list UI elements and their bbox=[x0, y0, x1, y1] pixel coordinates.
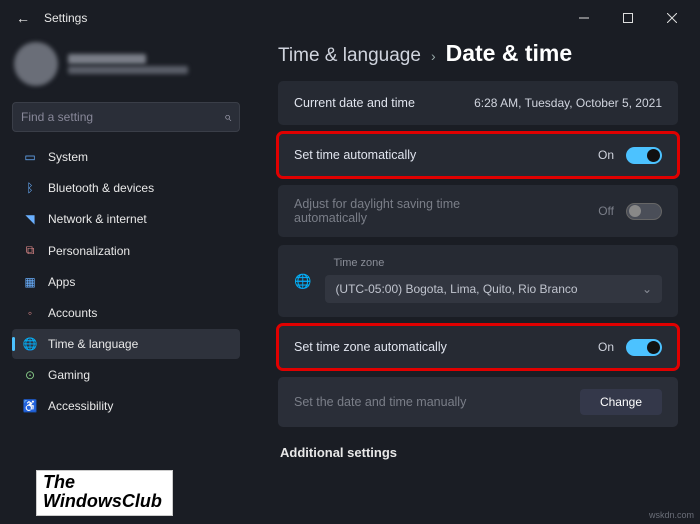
dst-toggle bbox=[626, 203, 662, 220]
maximize-icon bbox=[623, 13, 633, 23]
set-manual-label: Set the date and time manually bbox=[294, 395, 580, 409]
sidebar-item-label: System bbox=[48, 150, 88, 164]
corner-attribution: wskdn.com bbox=[649, 510, 694, 520]
sidebar-item-label: Bluetooth & devices bbox=[48, 181, 154, 195]
minimize-icon bbox=[579, 13, 589, 23]
breadcrumb-parent[interactable]: Time & language bbox=[278, 45, 421, 67]
card-current-datetime: Current date and time 6:28 AM, Tuesday, … bbox=[278, 81, 678, 125]
search-input[interactable] bbox=[21, 110, 224, 124]
sidebar-item-label: Time & language bbox=[48, 337, 138, 351]
additional-settings-header: Additional settings bbox=[278, 435, 678, 464]
card-set-time-auto: Set time automatically On bbox=[278, 133, 678, 177]
sidebar-item-accounts[interactable]: ◦ Accounts bbox=[12, 298, 240, 328]
bluetooth-icon: ᛒ bbox=[22, 181, 38, 195]
watermark-line1: The bbox=[43, 473, 162, 492]
breadcrumb: Time & language › Date & time bbox=[278, 36, 678, 81]
card-timezone: 🌐 Time zone (UTC-05:00) Bogota, Lima, Qu… bbox=[278, 245, 678, 317]
time-language-icon: 🌐 bbox=[22, 337, 38, 351]
set-zone-auto-toggle[interactable] bbox=[626, 339, 662, 356]
set-zone-auto-label: Set time zone automatically bbox=[294, 340, 598, 354]
sidebar-item-accessibility[interactable]: ♿ Accessibility bbox=[12, 391, 240, 421]
sidebar-item-personalization[interactable]: ⧉ Personalization bbox=[12, 235, 240, 266]
sidebar-item-system[interactable]: ▭ System bbox=[12, 142, 240, 172]
set-time-auto-state: On bbox=[598, 148, 614, 162]
network-icon: ◥ bbox=[22, 212, 38, 226]
close-icon bbox=[667, 13, 677, 23]
change-button[interactable]: Change bbox=[580, 389, 662, 415]
sidebar-item-time-language[interactable]: 🌐 Time & language bbox=[12, 329, 240, 359]
content-area: Time & language › Date & time Current da… bbox=[250, 36, 700, 524]
gaming-icon: ⊙ bbox=[22, 368, 38, 382]
profile-email bbox=[68, 66, 188, 74]
system-icon: ▭ bbox=[22, 150, 38, 164]
chevron-down-icon: ⌄ bbox=[642, 282, 652, 296]
apps-icon: ▦ bbox=[22, 275, 38, 289]
search-icon: ⌕ bbox=[224, 109, 231, 125]
card-set-zone-auto: Set time zone automatically On bbox=[278, 325, 678, 369]
sidebar-item-label: Apps bbox=[48, 275, 75, 289]
set-time-auto-toggle[interactable] bbox=[626, 147, 662, 164]
sidebar-item-gaming[interactable]: ⊙ Gaming bbox=[12, 360, 240, 390]
avatar bbox=[14, 42, 58, 86]
dst-state: Off bbox=[598, 204, 614, 218]
sidebar-item-bluetooth[interactable]: ᛒ Bluetooth & devices bbox=[12, 173, 240, 203]
timezone-value: (UTC-05:00) Bogota, Lima, Quito, Rio Bra… bbox=[335, 282, 577, 296]
timezone-label: Time zone bbox=[325, 255, 662, 275]
set-time-auto-label: Set time automatically bbox=[294, 148, 598, 162]
personalization-icon: ⧉ bbox=[22, 243, 38, 258]
profile-name bbox=[68, 54, 146, 64]
minimize-button[interactable] bbox=[562, 3, 606, 33]
maximize-button[interactable] bbox=[606, 3, 650, 33]
sidebar-item-network[interactable]: ◥ Network & internet bbox=[12, 204, 240, 234]
window-title: Settings bbox=[40, 11, 562, 25]
sidebar: ⌕ ▭ System ᛒ Bluetooth & devices ◥ Network … bbox=[0, 36, 250, 524]
sidebar-item-label: Accessibility bbox=[48, 399, 113, 413]
set-zone-auto-state: On bbox=[598, 340, 614, 354]
card-set-manual: Set the date and time manually Change bbox=[278, 377, 678, 427]
page-title: Date & time bbox=[446, 40, 573, 67]
watermark-line2: WindowsClub bbox=[43, 492, 162, 511]
accounts-icon: ◦ bbox=[22, 306, 38, 320]
current-datetime-value: 6:28 AM, Tuesday, October 5, 2021 bbox=[474, 96, 662, 110]
profile[interactable] bbox=[12, 36, 240, 98]
watermark: The WindowsClub bbox=[36, 470, 173, 516]
sidebar-item-apps[interactable]: ▦ Apps bbox=[12, 267, 240, 297]
sidebar-item-label: Network & internet bbox=[48, 212, 147, 226]
back-button[interactable]: ← bbox=[6, 4, 40, 32]
timezone-select[interactable]: (UTC-05:00) Bogota, Lima, Quito, Rio Bra… bbox=[325, 275, 662, 303]
dst-label: Adjust for daylight saving time automati… bbox=[294, 197, 514, 225]
current-datetime-label: Current date and time bbox=[294, 96, 474, 110]
search-box[interactable]: ⌕ bbox=[12, 102, 240, 132]
sidebar-item-label: Accounts bbox=[48, 306, 97, 320]
globe-icon: 🌐 bbox=[294, 255, 311, 290]
titlebar: ← Settings bbox=[0, 0, 700, 36]
sidebar-item-label: Personalization bbox=[48, 244, 130, 258]
sidebar-item-label: Gaming bbox=[48, 368, 90, 382]
chevron-right-icon: › bbox=[431, 48, 436, 64]
card-dst: Adjust for daylight saving time automati… bbox=[278, 185, 678, 237]
close-button[interactable] bbox=[650, 3, 694, 33]
accessibility-icon: ♿ bbox=[22, 399, 38, 413]
